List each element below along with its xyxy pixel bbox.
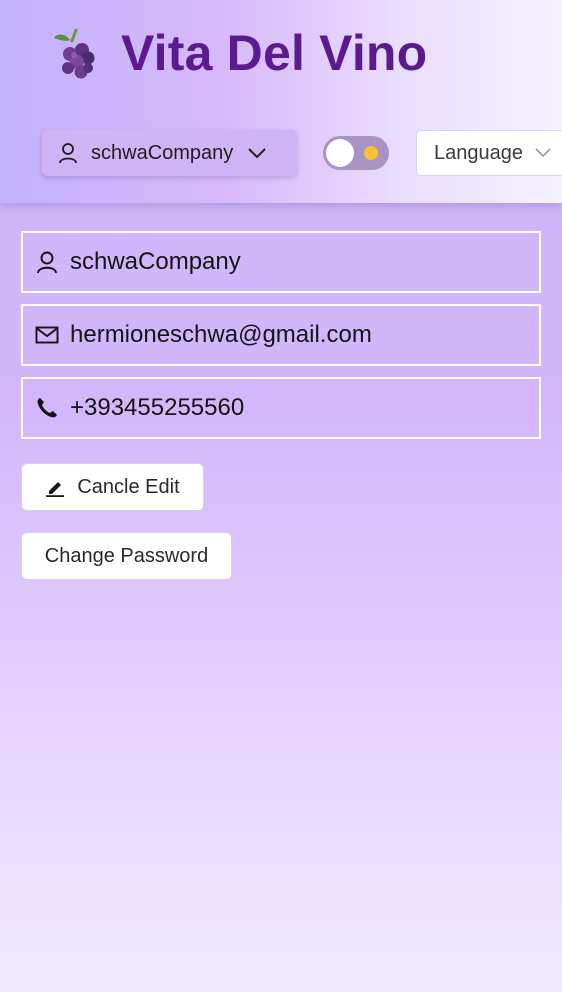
username-value: schwaCompany — [70, 248, 241, 275]
top-header: Vita Del Vino schwaCompany Language — [0, 0, 562, 203]
language-select-label: Language — [434, 141, 523, 164]
toggle-knob — [326, 139, 354, 167]
brand-title: Vita Del Vino — [121, 25, 428, 81]
user-menu-button[interactable]: schwaCompany — [42, 130, 297, 176]
theme-toggle[interactable] — [323, 136, 389, 170]
user-icon — [59, 143, 77, 164]
change-password-label: Change Password — [44, 544, 209, 567]
language-select[interactable]: Language — [416, 130, 562, 176]
chevron-down-icon — [535, 148, 551, 158]
phone-icon — [37, 398, 57, 418]
user-icon — [37, 251, 57, 274]
chevron-down-icon — [248, 148, 267, 159]
pencil-icon — [46, 482, 65, 497]
sun-icon — [364, 146, 378, 160]
user-menu-label: schwaCompany — [91, 141, 234, 164]
phone-value: +393455255560 — [70, 394, 245, 421]
phone-field[interactable]: +393455255560 — [21, 377, 541, 439]
change-password-button[interactable]: Change Password — [21, 532, 232, 580]
email-value: hermioneschwa@gmail.com — [70, 321, 372, 348]
mail-icon — [35, 326, 59, 344]
username-field[interactable]: schwaCompany — [21, 231, 541, 293]
cancel-edit-button[interactable]: Cancle Edit — [21, 463, 204, 511]
cancel-edit-label: Cancle Edit — [77, 475, 180, 498]
email-field[interactable]: hermioneschwa@gmail.com — [21, 304, 541, 366]
grapes-icon — [54, 28, 95, 79]
